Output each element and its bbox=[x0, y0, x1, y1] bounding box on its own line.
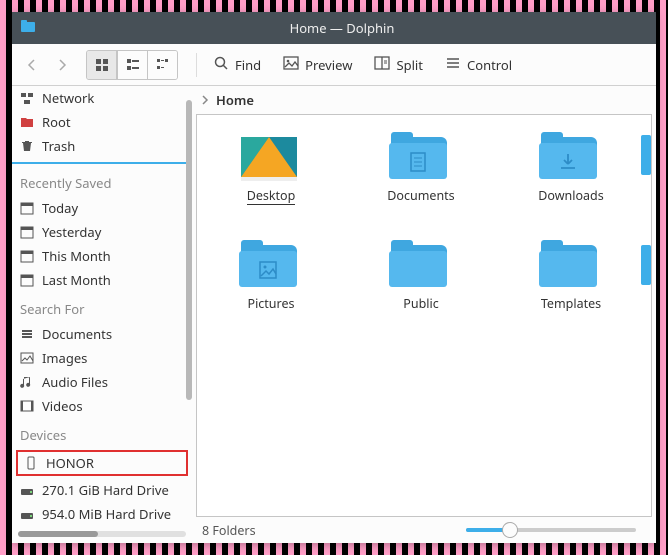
view-mode-group bbox=[86, 50, 178, 80]
document-icon bbox=[20, 327, 34, 341]
recent-header: Recently Saved bbox=[12, 166, 192, 196]
item-label: Downloads bbox=[538, 187, 603, 204]
find-label: Find bbox=[235, 56, 261, 74]
status-bar: 8 Folders bbox=[192, 517, 656, 543]
network-icon bbox=[20, 91, 34, 105]
folder-item[interactable]: Downloads bbox=[525, 133, 617, 205]
icon-view-button[interactable] bbox=[87, 51, 117, 79]
calendar-icon bbox=[20, 249, 34, 263]
dolphin-window: Home — Dolphin Find Preview Split Contro… bbox=[12, 12, 656, 543]
place-root[interactable]: Root bbox=[12, 110, 192, 134]
details-view-button[interactable] bbox=[147, 51, 177, 79]
preview-button[interactable]: Preview bbox=[273, 50, 362, 80]
split-icon bbox=[374, 55, 390, 75]
folder-item[interactable]: Desktop bbox=[225, 133, 317, 205]
calendar-icon bbox=[20, 225, 34, 239]
image-icon bbox=[283, 55, 299, 75]
audio-icon bbox=[20, 375, 34, 389]
recent-last-month[interactable]: Last Month bbox=[12, 268, 192, 292]
hamburger-icon bbox=[445, 55, 461, 75]
zoom-slider[interactable] bbox=[466, 528, 636, 532]
place-trash[interactable]: Trash bbox=[12, 134, 192, 158]
recent-this-month[interactable]: This Month bbox=[12, 244, 192, 268]
place-label: Trash bbox=[42, 137, 75, 155]
folder-item[interactable]: Templates bbox=[525, 241, 617, 312]
drive-icon bbox=[20, 507, 34, 521]
breadcrumb[interactable]: Home bbox=[192, 86, 656, 114]
control-label: Control bbox=[467, 56, 512, 74]
drive-icon bbox=[20, 483, 34, 497]
back-button[interactable] bbox=[18, 51, 46, 79]
search-header: Search For bbox=[12, 292, 192, 322]
video-icon bbox=[20, 399, 34, 413]
folder-icon bbox=[20, 115, 34, 129]
split-button[interactable]: Split bbox=[364, 50, 433, 80]
place-label: Root bbox=[42, 113, 71, 131]
toolbar: Find Preview Split Control bbox=[12, 44, 656, 86]
search-images[interactable]: Images bbox=[12, 346, 192, 370]
calendar-icon bbox=[20, 273, 34, 287]
place-network[interactable]: Network bbox=[12, 86, 192, 110]
trash-icon bbox=[20, 139, 34, 153]
preview-label: Preview bbox=[305, 56, 352, 74]
window-title: Home — Dolphin bbox=[36, 19, 648, 37]
recent-yesterday[interactable]: Yesterday bbox=[12, 220, 192, 244]
device-drive-1[interactable]: 270.1 GiB Hard Drive bbox=[12, 478, 192, 502]
search-videos[interactable]: Videos bbox=[12, 394, 192, 418]
folder-item[interactable]: Public bbox=[375, 241, 467, 312]
device-drive-2[interactable]: 954.0 MiB Hard Drive bbox=[12, 502, 192, 526]
phone-icon bbox=[24, 456, 38, 470]
calendar-icon bbox=[20, 201, 34, 215]
breadcrumb-current[interactable]: Home bbox=[216, 91, 254, 109]
file-view[interactable]: Desktop Documents Downloads Pictures Public T… bbox=[196, 114, 652, 517]
item-label: Documents bbox=[387, 187, 454, 204]
status-count: 8 Folders bbox=[202, 522, 256, 539]
search-documents[interactable]: Documents bbox=[12, 322, 192, 346]
sidebar-h-scrollbar[interactable] bbox=[18, 531, 186, 537]
folder-item[interactable]: Pictures bbox=[225, 241, 317, 312]
separator bbox=[196, 53, 197, 77]
compact-view-button[interactable] bbox=[117, 51, 147, 79]
item-label: Templates bbox=[541, 295, 601, 312]
place-label: Network bbox=[42, 89, 94, 107]
item-label: Desktop bbox=[247, 187, 296, 205]
app-icon bbox=[20, 18, 36, 38]
search-audio[interactable]: Audio Files bbox=[12, 370, 192, 394]
chevron-right-icon bbox=[200, 91, 210, 109]
main-view: Home Desktop Documents Downloads Pictures Pu… bbox=[192, 86, 656, 543]
search-icon bbox=[213, 55, 229, 75]
folder-item[interactable]: Documents bbox=[375, 133, 467, 205]
titlebar[interactable]: Home — Dolphin bbox=[12, 12, 656, 44]
image-icon bbox=[20, 351, 34, 365]
find-button[interactable]: Find bbox=[203, 50, 271, 80]
control-button[interactable]: Control bbox=[435, 50, 522, 80]
forward-button[interactable] bbox=[48, 51, 76, 79]
item-label: Pictures bbox=[248, 295, 295, 312]
content-scrollbar[interactable] bbox=[641, 115, 651, 516]
places-panel: Network Root Trash Recently Saved Today … bbox=[12, 86, 192, 543]
device-honor[interactable]: HONOR bbox=[16, 450, 188, 476]
split-label: Split bbox=[396, 56, 423, 74]
device-drive-3[interactable]: 220.6 GiB Hard Drive bbox=[12, 526, 192, 527]
item-label: Public bbox=[403, 295, 438, 312]
devices-header: Devices bbox=[12, 418, 192, 448]
recent-today[interactable]: Today bbox=[12, 196, 192, 220]
